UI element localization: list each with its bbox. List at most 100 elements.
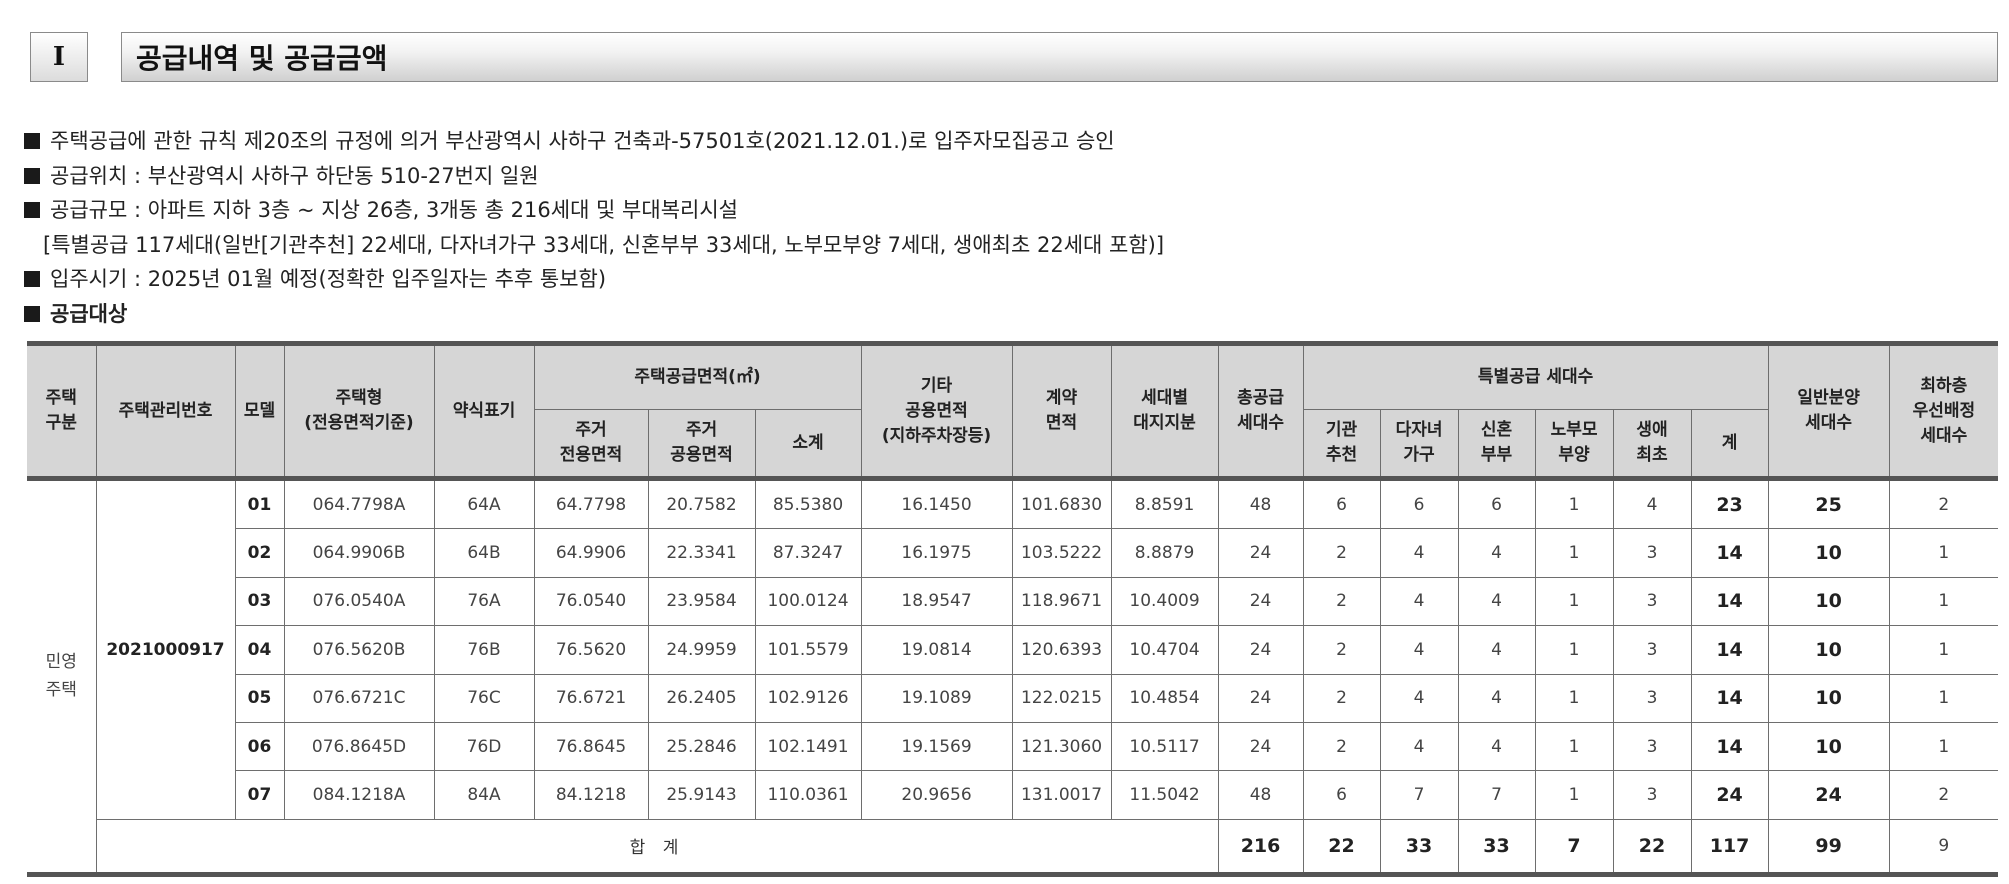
- th-house-type: 주택형 (전용면적기준): [283, 343, 435, 479]
- square-bullet-icon: [24, 305, 40, 322]
- cell-subtotal: 100.0124: [754, 576, 862, 627]
- square-bullet-icon: [24, 133, 40, 149]
- bullet-supply-target: 공급대상: [24, 297, 1164, 332]
- cell-multi: 4: [1379, 625, 1459, 675]
- cell-newlywed: 4: [1457, 625, 1536, 675]
- cell-private: 76.5620: [533, 625, 649, 675]
- cell-lowest: 1: [1888, 576, 1999, 627]
- cell-agency: 2: [1302, 625, 1381, 675]
- cell-subtotal: 102.9126: [754, 673, 862, 723]
- cell-lowest: 1: [1888, 721, 1999, 772]
- bullet-special-detail: [특별공급 117세대(일반[기관추천] 22세대, 다자녀가구 33세대, 신…: [43, 232, 1165, 257]
- cell-agency: 2: [1302, 673, 1381, 723]
- th-contract-area: 계약 면적: [1011, 343, 1112, 479]
- cell-multi: 4: [1379, 528, 1459, 578]
- cell-elder: 1: [1534, 477, 1614, 530]
- cell-private: 76.8645: [533, 721, 649, 772]
- cell-sp-total: 14: [1690, 721, 1769, 772]
- section-title: 공급내역 및 공급금액: [121, 32, 1998, 82]
- cell-private: 76.6721: [533, 673, 649, 723]
- cell-general: 10: [1767, 625, 1890, 675]
- cell-mgmt-no: 2021000917: [95, 478, 236, 820]
- cell-land: 10.5117: [1110, 721, 1219, 772]
- cell-common: 20.7582: [647, 477, 756, 530]
- cell-abbr: 64B: [433, 528, 535, 578]
- cell-type: 076.6721C: [283, 673, 435, 723]
- cell-contract: 121.3060: [1011, 721, 1112, 772]
- cell-common: 22.3341: [647, 528, 756, 578]
- th-general: 일반분양 세대수: [1767, 343, 1890, 479]
- cell-general: 25: [1767, 477, 1890, 530]
- cell-sp-total: 14: [1690, 576, 1769, 627]
- cell-abbr: 84A: [433, 770, 535, 820]
- cell-multi: 4: [1379, 721, 1459, 772]
- total-label: 합 계: [96, 818, 1219, 875]
- cell-first: 4: [1612, 477, 1692, 530]
- cell-other: 19.1089: [860, 673, 1013, 723]
- th-house-kind: 주택 구분: [27, 343, 97, 479]
- cell-agency: 2: [1302, 576, 1381, 627]
- cell-agency: 2: [1302, 721, 1381, 772]
- cell-newlywed: 4: [1457, 528, 1536, 578]
- cell-multi: 7: [1379, 770, 1459, 820]
- cell-sp-total: 23: [1690, 477, 1769, 530]
- cell-lowest: 1: [1888, 673, 1999, 723]
- cell-subtotal: 101.5579: [754, 625, 862, 675]
- cell-model: 06: [235, 721, 285, 772]
- total-multi: 33: [1379, 818, 1459, 875]
- cell-total: 24: [1217, 673, 1304, 723]
- cell-agency: 2: [1302, 528, 1381, 578]
- cell-first: 3: [1612, 625, 1692, 675]
- info-bullets: 주택공급에 관한 규칙 제20조의 규정에 의거 부산광역시 사하구 건축과-5…: [24, 124, 1164, 331]
- cell-abbr: 76D: [433, 721, 535, 772]
- cell-subtotal: 85.5380: [754, 477, 862, 530]
- cell-model: 03: [235, 576, 285, 627]
- total-sp-total: 117: [1690, 818, 1769, 875]
- cell-contract: 118.9671: [1011, 576, 1112, 627]
- cell-multi: 4: [1379, 576, 1459, 627]
- cell-total: 48: [1217, 770, 1304, 820]
- section-number: I: [30, 32, 88, 82]
- th-sp-elder: 노부모 부양: [1534, 409, 1614, 479]
- th-sp-agency: 기관 추천: [1302, 409, 1381, 479]
- cell-elder: 1: [1534, 528, 1614, 578]
- cell-first: 3: [1612, 576, 1692, 627]
- cell-subtotal: 87.3247: [754, 528, 862, 578]
- cell-contract: 120.6393: [1011, 625, 1112, 675]
- cell-general: 10: [1767, 528, 1890, 578]
- bullet-approval: 주택공급에 관한 규칙 제20조의 규정에 의거 부산광역시 사하구 건축과-5…: [24, 124, 1164, 159]
- cell-subtotal: 102.1491: [754, 721, 862, 772]
- th-area-common: 주거 공용면적: [647, 409, 756, 479]
- cell-total: 24: [1217, 576, 1304, 627]
- total-first: 22: [1612, 818, 1692, 875]
- cell-agency: 6: [1302, 477, 1381, 530]
- cell-elder: 1: [1534, 721, 1614, 772]
- cell-other: 19.0814: [860, 625, 1013, 675]
- cell-abbr: 76B: [433, 625, 535, 675]
- cell-model: 07: [235, 770, 285, 820]
- cell-other: 20.9656: [860, 770, 1013, 820]
- cell-private: 64.9906: [533, 528, 649, 578]
- cell-common: 26.2405: [647, 673, 756, 723]
- cell-contract: 101.6830: [1011, 477, 1112, 530]
- th-sp-multi: 다자녀 가구: [1379, 409, 1459, 479]
- cell-total: 24: [1217, 528, 1304, 578]
- cell-sp-total: 14: [1690, 528, 1769, 578]
- bullet-location: 공급위치 : 부산광역시 사하구 하단동 510-27번지 일원: [24, 159, 1164, 194]
- cell-land: 8.8879: [1110, 528, 1219, 578]
- cell-model: 01: [234, 477, 285, 530]
- th-sp-total: 계: [1690, 409, 1769, 479]
- bullet-scale: 공급규모 : 아파트 지하 3층 ~ 지상 26층, 3개동 총 216세대 및…: [24, 193, 1164, 228]
- cell-sp-total: 14: [1690, 625, 1769, 675]
- cell-total: 24: [1217, 625, 1304, 675]
- cell-first: 3: [1612, 721, 1692, 772]
- cell-type: 064.9906B: [283, 528, 435, 578]
- cell-land: 10.4854: [1110, 673, 1219, 723]
- cell-private: 64.7798: [533, 477, 649, 530]
- cell-subtotal: 110.0361: [754, 770, 862, 820]
- cell-common: 23.9584: [647, 576, 756, 627]
- cell-model: 02: [235, 528, 285, 578]
- cell-private: 84.1218: [533, 770, 649, 820]
- supply-table: 주택 구분 주택관리번호 모델 주택형 (전용면적기준) 약식표기 주택공급면적…: [27, 341, 1999, 877]
- cell-other: 16.1450: [860, 477, 1013, 530]
